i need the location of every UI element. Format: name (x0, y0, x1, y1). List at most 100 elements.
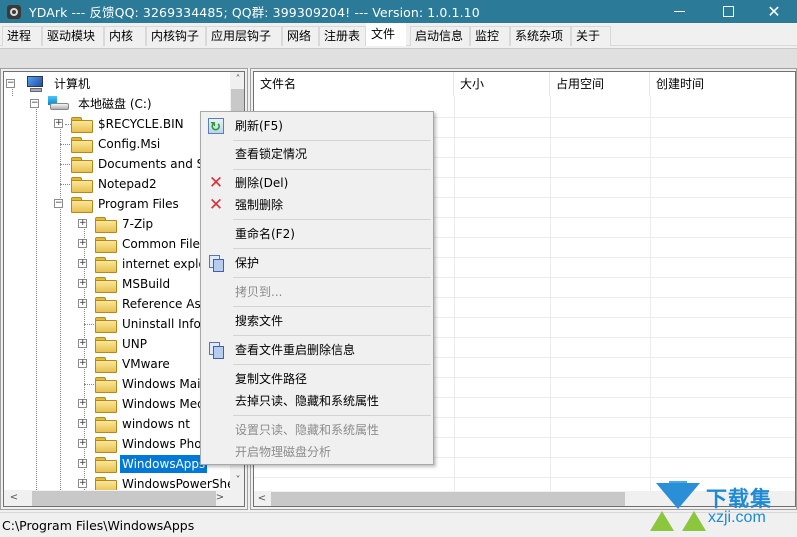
tree-node-label: VMware (122, 357, 170, 371)
minimize-button[interactable] (656, 0, 702, 23)
menu-item-remove-attributes[interactable]: 去掉只读、隐藏和系统属性 (203, 390, 431, 412)
tab-app-hooks[interactable]: 应用层钩子 (206, 26, 282, 46)
expand-toggle[interactable]: + (78, 299, 87, 308)
expand-toggle[interactable]: + (78, 439, 87, 448)
tab-about[interactable]: 关于 (571, 26, 611, 46)
expand-toggle[interactable]: + (54, 119, 63, 128)
scroll-thumb[interactable] (271, 492, 625, 506)
minimize-icon (673, 11, 685, 12)
expand-toggle[interactable]: + (78, 459, 87, 468)
menu-separator (233, 219, 431, 220)
folder-icon (70, 116, 93, 133)
tree-node-folder[interactable]: − Program Files (54, 194, 181, 214)
scroll-down-icon[interactable]: ˅ (230, 473, 244, 489)
menu-item-protect[interactable]: 保护 (203, 252, 431, 274)
tree-node-folder[interactable]: Notepad2 (54, 174, 159, 194)
grid-line (550, 96, 551, 496)
expand-toggle[interactable]: + (78, 339, 87, 348)
tab-kernel[interactable]: 内核 (104, 26, 146, 46)
menu-separator (233, 335, 431, 336)
tree-node-label: 7-Zip (122, 217, 154, 231)
tree-node-folder[interactable]: Windows Mail (78, 374, 206, 394)
menu-separator (233, 415, 431, 416)
collapse-toggle[interactable]: − (30, 99, 39, 108)
grid-line (454, 96, 455, 496)
menu-item-force-delete[interactable]: ✕ 强制删除 (203, 194, 431, 216)
tree-node-folder[interactable]: + windows nt (78, 414, 192, 434)
menu-item-copy-path[interactable]: 复制文件路径 (203, 368, 431, 390)
menu-item-set-attributes: 设置只读、隐藏和系统属性 (203, 419, 431, 441)
expand-toggle[interactable]: + (78, 419, 87, 428)
menu-item-reboot-delete-info[interactable]: 查看文件重启删除信息 (203, 339, 431, 361)
tab-monitor[interactable]: 监控 (470, 26, 510, 46)
menu-separator (233, 306, 431, 307)
scroll-left-icon[interactable]: < (254, 491, 270, 506)
expand-toggle[interactable]: + (78, 239, 87, 248)
tree-node-folder[interactable]: + WindowsApps (78, 454, 208, 474)
expand-toggle[interactable]: + (78, 259, 87, 268)
tab-driver-modules[interactable]: 驱动模块 (42, 26, 104, 46)
menu-separator (233, 248, 431, 249)
tree-node-folder[interactable]: +7-Zip (78, 214, 155, 234)
expand-toggle[interactable]: + (78, 219, 87, 228)
menu-separator (233, 140, 431, 141)
menu-item-view-locks[interactable]: 查看锁定情况 (203, 143, 431, 165)
logo-shape (650, 511, 674, 531)
app-icon (7, 4, 21, 19)
window-title: YDArk --- 反馈QQ: 3269334485; QQ群: 3993092… (29, 5, 480, 20)
column-header-filename[interactable]: 文件名 (254, 72, 454, 96)
tree-node-folder[interactable]: + Common Files (78, 234, 208, 254)
collapse-toggle[interactable]: − (6, 79, 15, 88)
tree-node-computer[interactable]: − 计算机 (6, 74, 92, 94)
tab-system-misc[interactable]: 系统杂项 (510, 26, 571, 46)
menu-item-copy-to: 拷贝到... (203, 281, 431, 303)
menu-item-refresh[interactable]: 刷新(F5) (203, 115, 431, 139)
tree-node-folder[interactable]: Config.Msi (54, 134, 162, 154)
tree-node-label: 本地磁盘 (C:) (78, 97, 152, 111)
expand-toggle[interactable]: + (78, 399, 87, 408)
tree-node-folder[interactable]: + MSBuild (78, 274, 172, 294)
menu-item-label: 设置只读、隐藏和系统属性 (235, 423, 380, 437)
tab-startup-info[interactable]: 启动信息 (410, 26, 470, 46)
tab-process[interactable]: 进程 (2, 26, 42, 46)
menu-item-label: 查看文件重启删除信息 (235, 343, 356, 357)
folder-icon (94, 376, 117, 393)
tab-network[interactable]: 网络 (282, 26, 319, 46)
column-header-created-time[interactable]: 创建时间 (650, 72, 795, 96)
folder-icon (94, 436, 117, 453)
main-tabs: 进程 驱动模块 内核 内核钩子 应用层钩子 网络 注册表 文件 启动信息 监控 … (0, 23, 797, 46)
scroll-thumb[interactable] (32, 491, 216, 506)
tree-node-folder[interactable]: + WindowsPowerShell (78, 474, 230, 490)
column-header-size[interactable]: 大小 (454, 72, 550, 96)
scroll-right-icon[interactable]: > (212, 490, 228, 506)
drive-icon (46, 96, 70, 112)
scroll-up-icon[interactable]: ˄ (230, 72, 244, 88)
tree-horizontal-scrollbar[interactable]: < > (4, 490, 230, 506)
current-path: C:\Program Files\WindowsApps (2, 518, 195, 533)
maximize-button[interactable] (705, 0, 751, 23)
tree-node-folder[interactable]: + $RECYCLE.BIN (54, 114, 186, 134)
column-header-disk-usage[interactable]: 占用空间 (550, 72, 650, 96)
expand-toggle[interactable]: + (78, 279, 87, 288)
expand-toggle[interactable]: + (78, 479, 87, 488)
tree-node-folder[interactable]: + UNP (78, 334, 149, 354)
tree-node-folder[interactable]: + VMware (78, 354, 172, 374)
tab-file[interactable]: 文件 (366, 23, 406, 46)
menu-item-delete[interactable]: ✕ 删除(Del) (203, 172, 431, 194)
menu-item-label: 强制删除 (235, 198, 284, 212)
computer-icon (24, 75, 46, 93)
tab-kernel-hooks[interactable]: 内核钩子 (146, 26, 206, 46)
menu-item-search-files[interactable]: 搜索文件 (203, 310, 431, 332)
expand-toggle[interactable]: + (78, 359, 87, 368)
tree-node-drive-c[interactable]: − 本地磁盘 (C:) (30, 94, 154, 114)
watermark-logo: 下载集 xzji.com (648, 481, 788, 533)
scroll-left-icon[interactable]: < (6, 490, 22, 506)
collapse-toggle[interactable]: − (54, 199, 63, 208)
tab-registry[interactable]: 注册表 (319, 26, 366, 46)
folder-icon (94, 476, 117, 490)
download-arrow-icon (656, 483, 700, 509)
close-button[interactable]: ✕ (751, 0, 797, 23)
menu-item-rename[interactable]: 重命名(F2) (203, 223, 431, 245)
tree-connector (36, 102, 37, 490)
refresh-icon (208, 117, 224, 139)
